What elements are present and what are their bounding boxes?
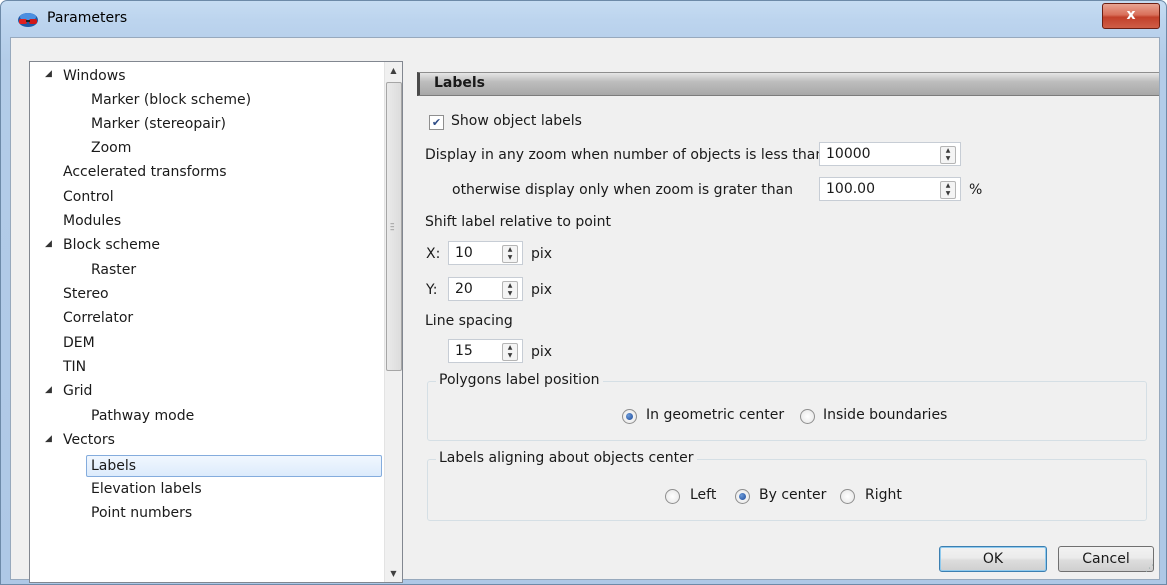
otherwise-label: otherwise display only when zoom is grat… bbox=[452, 182, 794, 198]
radio-right[interactable] bbox=[840, 489, 855, 504]
spin-buttons[interactable]: ▲ ▼ bbox=[502, 343, 518, 361]
radio-by-center[interactable] bbox=[735, 489, 750, 504]
spin-up-icon[interactable]: ▲ bbox=[941, 147, 955, 155]
y-shift-value: 20 bbox=[455, 281, 473, 297]
tree-item-marker-block-scheme[interactable]: Marker (block scheme) bbox=[91, 89, 251, 111]
group-title: Labels aligning about objects center bbox=[436, 450, 697, 466]
section-header: Labels bbox=[417, 72, 1159, 96]
expanded-arrow-icon[interactable]: ◢ bbox=[45, 434, 52, 444]
x-label: X: bbox=[426, 246, 441, 262]
scroll-up-arrow-icon[interactable]: ▲ bbox=[385, 62, 402, 79]
spin-buttons[interactable]: ▲ ▼ bbox=[502, 281, 518, 299]
tree-item-marker-stereopair[interactable]: Marker (stereopair) bbox=[91, 113, 226, 135]
tree-item-correlator[interactable]: Correlator bbox=[63, 307, 133, 329]
display-zoom-label: Display in any zoom when number of objec… bbox=[425, 147, 825, 163]
tree-item-modules[interactable]: Modules bbox=[63, 210, 121, 232]
parameters-window: Parameters x ◢ Windows Marker (block sch… bbox=[0, 0, 1167, 585]
tree-item-tin[interactable]: TIN bbox=[63, 356, 86, 378]
tree-item-point-numbers[interactable]: Point numbers bbox=[91, 502, 192, 524]
settings-tree[interactable]: ◢ Windows Marker (block scheme) Marker (… bbox=[29, 61, 403, 583]
polygons-label-position-group: Polygons label position In geometric cen… bbox=[427, 372, 1147, 441]
grip-icon: – – – bbox=[390, 219, 395, 235]
close-button[interactable]: x bbox=[1102, 3, 1160, 29]
zoom-threshold-spinbox[interactable]: 100.00 ▲ ▼ bbox=[819, 177, 961, 201]
spin-down-icon[interactable]: ▼ bbox=[941, 190, 955, 198]
y-pix-unit: pix bbox=[531, 282, 553, 298]
by-center-label: By center bbox=[759, 487, 827, 503]
scroll-thumb[interactable]: – – – bbox=[386, 82, 402, 371]
spin-down-icon[interactable]: ▼ bbox=[503, 352, 517, 360]
geometric-center-label: In geometric center bbox=[646, 407, 785, 423]
y-label: Y: bbox=[426, 282, 438, 298]
tree-item-control[interactable]: Control bbox=[63, 186, 114, 208]
radio-left[interactable] bbox=[665, 489, 680, 504]
objects-count-spinbox[interactable]: 10000 ▲ ▼ bbox=[819, 142, 961, 166]
inside-boundaries-label: Inside boundaries bbox=[823, 407, 948, 423]
x-shift-spinbox[interactable]: 10 ▲ ▼ bbox=[448, 241, 523, 265]
stereo-glasses-icon bbox=[18, 13, 38, 27]
percent-unit: % bbox=[969, 182, 983, 198]
close-icon: x bbox=[1126, 7, 1136, 23]
labels-aligning-group: Labels aligning about objects center Lef… bbox=[427, 450, 1147, 521]
tree-item-block-scheme[interactable]: Block scheme bbox=[63, 234, 160, 256]
tree-item-accelerated-transforms[interactable]: Accelerated transforms bbox=[63, 161, 227, 183]
spin-down-icon[interactable]: ▼ bbox=[941, 155, 955, 163]
objects-count-value: 10000 bbox=[826, 146, 871, 162]
spin-buttons[interactable]: ▲ ▼ bbox=[940, 181, 956, 199]
x-shift-value: 10 bbox=[455, 245, 473, 261]
zoom-threshold-value: 100.00 bbox=[826, 181, 875, 197]
tree-item-vectors[interactable]: Vectors bbox=[63, 429, 115, 451]
line-spacing-pix-unit: pix bbox=[531, 344, 553, 360]
tree-item-grid[interactable]: Grid bbox=[63, 380, 92, 402]
line-spacing-value: 15 bbox=[455, 343, 473, 359]
x-pix-unit: pix bbox=[531, 246, 553, 262]
spin-up-icon[interactable]: ▲ bbox=[503, 344, 517, 352]
spin-buttons[interactable]: ▲ ▼ bbox=[502, 245, 518, 263]
cancel-button[interactable]: Cancel bbox=[1058, 546, 1154, 572]
line-spacing-label: Line spacing bbox=[425, 313, 513, 329]
spin-buttons[interactable]: ▲ ▼ bbox=[940, 146, 956, 164]
tree-item-raster[interactable]: Raster bbox=[91, 259, 136, 281]
tree-scrollbar[interactable]: ▲ – – – ▼ bbox=[384, 62, 402, 582]
spin-down-icon[interactable]: ▼ bbox=[503, 290, 517, 298]
tree-item-zoom[interactable]: Zoom bbox=[91, 137, 131, 159]
expanded-arrow-icon[interactable]: ◢ bbox=[45, 385, 52, 395]
show-labels-label: Show object labels bbox=[451, 113, 582, 129]
resize-grip-icon[interactable]: ⋰ bbox=[1145, 564, 1154, 574]
tree-item-labels[interactable]: Labels bbox=[86, 455, 382, 477]
show-labels-checkbox[interactable]: ✔ bbox=[429, 115, 444, 130]
left-label: Left bbox=[690, 487, 717, 503]
spin-up-icon[interactable]: ▲ bbox=[503, 246, 517, 254]
section-header-title: Labels bbox=[434, 75, 486, 91]
title-bar[interactable]: Parameters x bbox=[1, 1, 1166, 37]
tree-item-elevation-labels[interactable]: Elevation labels bbox=[91, 478, 202, 500]
tree-item-pathway-mode[interactable]: Pathway mode bbox=[91, 405, 194, 427]
line-spacing-spinbox[interactable]: 15 ▲ ▼ bbox=[448, 339, 523, 363]
spin-down-icon[interactable]: ▼ bbox=[503, 254, 517, 262]
tree-item-stereo[interactable]: Stereo bbox=[63, 283, 109, 305]
expanded-arrow-icon[interactable]: ◢ bbox=[45, 239, 52, 249]
window-title: Parameters bbox=[47, 10, 128, 26]
ok-button[interactable]: OK bbox=[939, 546, 1047, 572]
radio-geometric-center[interactable] bbox=[622, 409, 637, 424]
shift-label: Shift label relative to point bbox=[425, 214, 612, 230]
checkmark-icon: ✔ bbox=[431, 116, 442, 129]
radio-inside-boundaries[interactable] bbox=[800, 409, 815, 424]
tree-item-windows[interactable]: Windows bbox=[63, 65, 126, 87]
y-shift-spinbox[interactable]: 20 ▲ ▼ bbox=[448, 277, 523, 301]
right-label: Right bbox=[865, 487, 902, 503]
spin-up-icon[interactable]: ▲ bbox=[503, 282, 517, 290]
spin-up-icon[interactable]: ▲ bbox=[941, 182, 955, 190]
tree-item-dem[interactable]: DEM bbox=[63, 332, 95, 354]
group-title: Polygons label position bbox=[436, 372, 603, 388]
expanded-arrow-icon[interactable]: ◢ bbox=[45, 69, 52, 79]
scroll-down-arrow-icon[interactable]: ▼ bbox=[385, 565, 402, 582]
